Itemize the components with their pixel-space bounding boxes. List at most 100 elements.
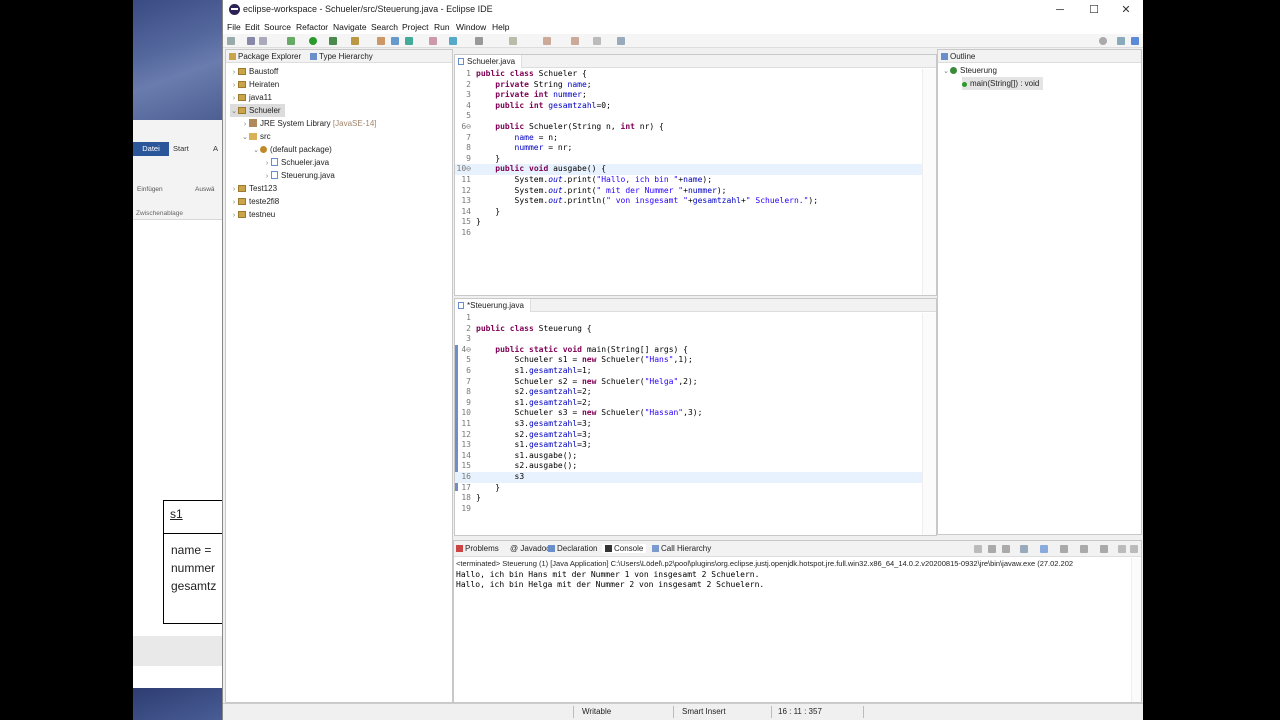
perspective-icon[interactable]: [1117, 37, 1125, 45]
menu-run[interactable]: Run: [434, 22, 450, 32]
code-line[interactable]: 3 private int nummer;: [455, 90, 936, 101]
code-line[interactable]: 15 s2.ausgabe();: [455, 461, 936, 472]
expanded-twisty-icon[interactable]: ⌄: [252, 144, 260, 157]
tab-package-explorer[interactable]: Package Explorer: [229, 52, 301, 61]
debug-icon[interactable]: [287, 37, 295, 45]
tree-item[interactable]: › testneu: [230, 208, 279, 221]
open-console-icon[interactable]: [1100, 545, 1108, 553]
tab-javadoc[interactable]: @ Javadoc: [510, 544, 550, 553]
code-line[interactable]: 13 s1.gesamtzahl=3;: [455, 440, 936, 451]
menu-project[interactable]: Project: [402, 22, 428, 32]
code-line[interactable]: 19: [455, 504, 936, 515]
menu-source[interactable]: Source: [264, 22, 291, 32]
menu-navigate[interactable]: Navigate: [333, 22, 367, 32]
save-icon[interactable]: [247, 37, 255, 45]
new-package-icon[interactable]: [391, 37, 399, 45]
code-line[interactable]: 10 Schueler s3 = new Schueler("Hassan",3…: [455, 408, 936, 419]
tree-item[interactable]: › Schueler.java: [263, 156, 333, 169]
code-line[interactable]: 11 s3.gesamtzahl=3;: [455, 419, 936, 430]
code-line[interactable]: 9 }: [455, 154, 936, 165]
code-line[interactable]: 16: [455, 228, 936, 239]
tree-item[interactable]: ⌄ (default package): [252, 143, 336, 156]
tree-item[interactable]: › teste2fi8: [230, 195, 283, 208]
new-class-icon[interactable]: [405, 37, 413, 45]
display-console-icon[interactable]: [1080, 545, 1088, 553]
tree-item[interactable]: › Steuerung.java: [263, 169, 339, 182]
expanded-twisty-icon[interactable]: ⌄: [230, 105, 238, 118]
new-icon[interactable]: [227, 37, 235, 45]
tree-item[interactable]: › Test123: [230, 182, 281, 195]
run-icon[interactable]: [309, 37, 317, 45]
code-line[interactable]: 6 s1.gesamtzahl=1;: [455, 366, 936, 377]
tab-type-hierarchy[interactable]: Type Hierarchy: [310, 52, 373, 61]
tab-steuerung-java[interactable]: *Steuerung.java: [455, 299, 531, 312]
search-icon[interactable]: [449, 37, 457, 45]
code-line[interactable]: 5 Schueler s1 = new Schueler("Hans",1);: [455, 355, 936, 366]
code-schueler[interactable]: 1 public class Schueler {2 private String…: [455, 69, 936, 239]
menu-edit[interactable]: Edit: [245, 22, 260, 32]
pin-console-icon[interactable]: [1060, 545, 1068, 553]
word-tab-datei[interactable]: Datei: [133, 142, 169, 156]
nav-icon[interactable]: [593, 37, 601, 45]
maximize-button[interactable]: ☐: [1079, 2, 1109, 18]
code-line[interactable]: 4⊖ public static void main(String[] args…: [455, 345, 936, 356]
coverage-icon[interactable]: [329, 37, 337, 45]
menu-window[interactable]: Window: [456, 22, 486, 32]
code-line[interactable]: 4 public int gesamtzahl=0;: [455, 101, 936, 112]
word-paste-label[interactable]: Einfügen: [137, 186, 163, 193]
outline-method-main[interactable]: main(String[]) : void: [962, 77, 1044, 90]
code-line[interactable]: 7 Schueler s2 = new Schueler("Helga",2);: [455, 377, 936, 388]
code-line[interactable]: 7 name = n;: [455, 133, 936, 144]
quick-access-search-icon[interactable]: [1099, 37, 1107, 45]
code-line[interactable]: 8 nummer = nr;: [455, 143, 936, 154]
console-scrollbar[interactable]: [1131, 558, 1141, 702]
outline-class-steuerung[interactable]: ⌄ Steuerung: [942, 64, 997, 77]
menu-help[interactable]: Help: [492, 22, 509, 32]
menu-file[interactable]: File: [227, 22, 241, 32]
code-line[interactable]: 1 public class Schueler {: [455, 69, 936, 80]
close-button[interactable]: ✕: [1111, 2, 1141, 18]
menu-search[interactable]: Search: [371, 22, 398, 32]
external-tools-icon[interactable]: [351, 37, 359, 45]
tab-console[interactable]: Console: [602, 544, 647, 553]
code-line[interactable]: 3: [455, 334, 936, 345]
tree-item[interactable]: ⌄ Schueler: [230, 104, 285, 117]
word-select-label[interactable]: Auswä: [195, 186, 215, 193]
tab-schueler-java[interactable]: Schueler.java: [455, 55, 523, 68]
code-line[interactable]: 18}: [455, 493, 936, 504]
code-line[interactable]: 11 System.out.print("Hallo, ich bin "+na…: [455, 175, 936, 186]
code-line[interactable]: 6⊖ public Schueler(String n, int nr) {: [455, 122, 936, 133]
code-line[interactable]: 13 System.out.println(" von insgesamt "+…: [455, 196, 936, 207]
editor-schueler-scrollbar[interactable]: [922, 69, 936, 295]
code-line[interactable]: 16 s3: [455, 471, 936, 483]
back-icon[interactable]: [543, 37, 551, 45]
tree-item[interactable]: › Heiraten: [230, 78, 283, 91]
open-type-icon[interactable]: [429, 37, 437, 45]
tab-problems[interactable]: Problems: [456, 544, 499, 553]
code-line[interactable]: 12 s2.gesamtzahl=3;: [455, 430, 936, 441]
tab-outline[interactable]: Outline: [941, 52, 975, 61]
next-annotation-icon[interactable]: [509, 37, 517, 45]
code-line[interactable]: 8 s2.gesamtzahl=2;: [455, 387, 936, 398]
remove-all-icon[interactable]: [1002, 545, 1010, 553]
code-line[interactable]: 2 private String name;: [455, 80, 936, 91]
expanded-twisty-icon[interactable]: ⌄: [241, 131, 249, 144]
forward-icon[interactable]: [571, 37, 579, 45]
java-perspective-icon[interactable]: [1131, 37, 1139, 45]
tab-declaration[interactable]: Declaration: [548, 544, 597, 553]
code-line[interactable]: 2 public class Steuerung {: [455, 324, 936, 335]
remove-launch-icon[interactable]: [988, 545, 996, 553]
tree-item[interactable]: › Baustoff: [230, 65, 282, 78]
toggle-mark-icon[interactable]: [475, 37, 483, 45]
collapsed-twisty-icon[interactable]: ›: [230, 209, 238, 222]
tree-item[interactable]: › java11: [230, 91, 276, 104]
scroll-lock-icon[interactable]: [1040, 545, 1048, 553]
new-java-project-icon[interactable]: [377, 37, 385, 45]
minimize-button[interactable]: ─: [1045, 2, 1075, 18]
code-line[interactable]: 14 s1.ausgabe();: [455, 451, 936, 462]
clear-console-icon[interactable]: [1020, 545, 1028, 553]
code-steuerung[interactable]: 1 2 public class Steuerung {3 4⊖ public sta…: [455, 313, 936, 514]
code-line[interactable]: 10⊖ public void ausgabe() {: [455, 164, 936, 175]
code-line[interactable]: 9 s1.gesamtzahl=2;: [455, 398, 936, 409]
terminate-icon[interactable]: [974, 545, 982, 553]
